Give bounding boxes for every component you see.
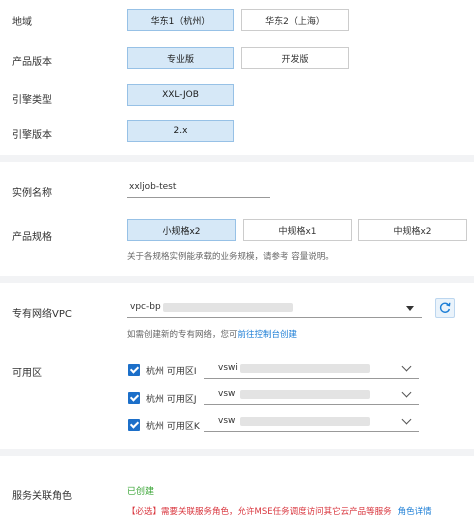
vpc-hint: 如需创建新的专有网络，您可前往控制台创建 (127, 328, 297, 340)
instance-name-input[interactable] (127, 177, 270, 198)
caret-down-icon (406, 306, 414, 311)
version-option-dev[interactable]: 开发版 (241, 47, 349, 69)
spec-option-small-x2[interactable]: 小规格x2 (127, 219, 236, 241)
vpc-value: vpc-bp (130, 302, 161, 312)
chevron-down-icon (401, 414, 412, 425)
zone-name-i: 杭州 可用区I (146, 367, 197, 377)
spec-label: 产品规格 (12, 232, 52, 243)
spec-option-medium-x2[interactable]: 中规格x2 (358, 219, 467, 241)
vpc-select[interactable]: vpc-bp (127, 298, 422, 318)
vswitch-id-masked (240, 390, 370, 399)
region-option-hangzhou[interactable]: 华东1（杭州） (127, 9, 234, 31)
product-version-label: 产品版本 (12, 57, 52, 68)
service-role-label: 服务关联角色 (12, 491, 72, 502)
chevron-down-icon (401, 361, 412, 372)
vswitch-select-i[interactable]: vswi (204, 359, 419, 379)
role-detail-link[interactable]: 角色详情 (398, 507, 432, 517)
role-notice-text: 【必选】需要关联服务角色，允许MSE任务调度访问其它云产品等服务 (127, 507, 392, 517)
engine-type-option-xxljob[interactable]: XXL-JOB (127, 84, 234, 106)
vswitch-value-i: vswi (218, 363, 238, 373)
region-label: 地域 (12, 17, 32, 28)
zone-checkbox-j[interactable] (128, 392, 140, 404)
zone-checkbox-i[interactable] (128, 364, 140, 376)
spec-hint: 关于各规格实例能承载的业务规模，请参考 容量说明。 (127, 252, 334, 262)
instance-name-label: 实例名称 (12, 188, 52, 199)
region-option-shanghai[interactable]: 华东2（上海） (241, 9, 349, 31)
refresh-button[interactable] (435, 298, 455, 318)
zone-name-j: 杭州 可用区J (146, 395, 197, 405)
vswitch-value-j: vsw (218, 389, 236, 399)
vswitch-value-k: vsw (218, 416, 236, 426)
section-divider (0, 155, 474, 162)
vpc-label: 专有网络VPC (12, 309, 72, 320)
engine-version-option-2x[interactable]: 2.x (127, 120, 234, 142)
create-vpc-link[interactable]: 前往控制台创建 (238, 330, 298, 340)
vpc-id-masked (163, 303, 293, 312)
role-required-notice: 【必选】需要关联服务角色，允许MSE任务调度访问其它云产品等服务 角色详情 (127, 505, 432, 517)
vpc-hint-text: 如需创建新的专有网络，您可 (127, 330, 238, 340)
engine-version-label: 引擎版本 (12, 130, 52, 141)
zone-label: 可用区 (12, 368, 42, 379)
zone-checkbox-k[interactable] (128, 419, 140, 431)
vswitch-select-j[interactable]: vsw (204, 385, 419, 405)
engine-type-label: 引擎类型 (12, 95, 52, 106)
vswitch-id-masked (240, 364, 370, 373)
section-divider (0, 276, 474, 283)
refresh-icon (439, 302, 451, 313)
version-option-pro[interactable]: 专业版 (127, 47, 234, 69)
vswitch-select-k[interactable]: vsw (204, 412, 419, 432)
section-divider (0, 449, 474, 456)
spec-option-medium-x1[interactable]: 中规格x1 (243, 219, 352, 241)
chevron-down-icon (401, 387, 412, 398)
vswitch-id-masked (240, 417, 370, 426)
role-status-created: 已创建 (127, 487, 155, 497)
zone-name-k: 杭州 可用区K (146, 422, 200, 432)
